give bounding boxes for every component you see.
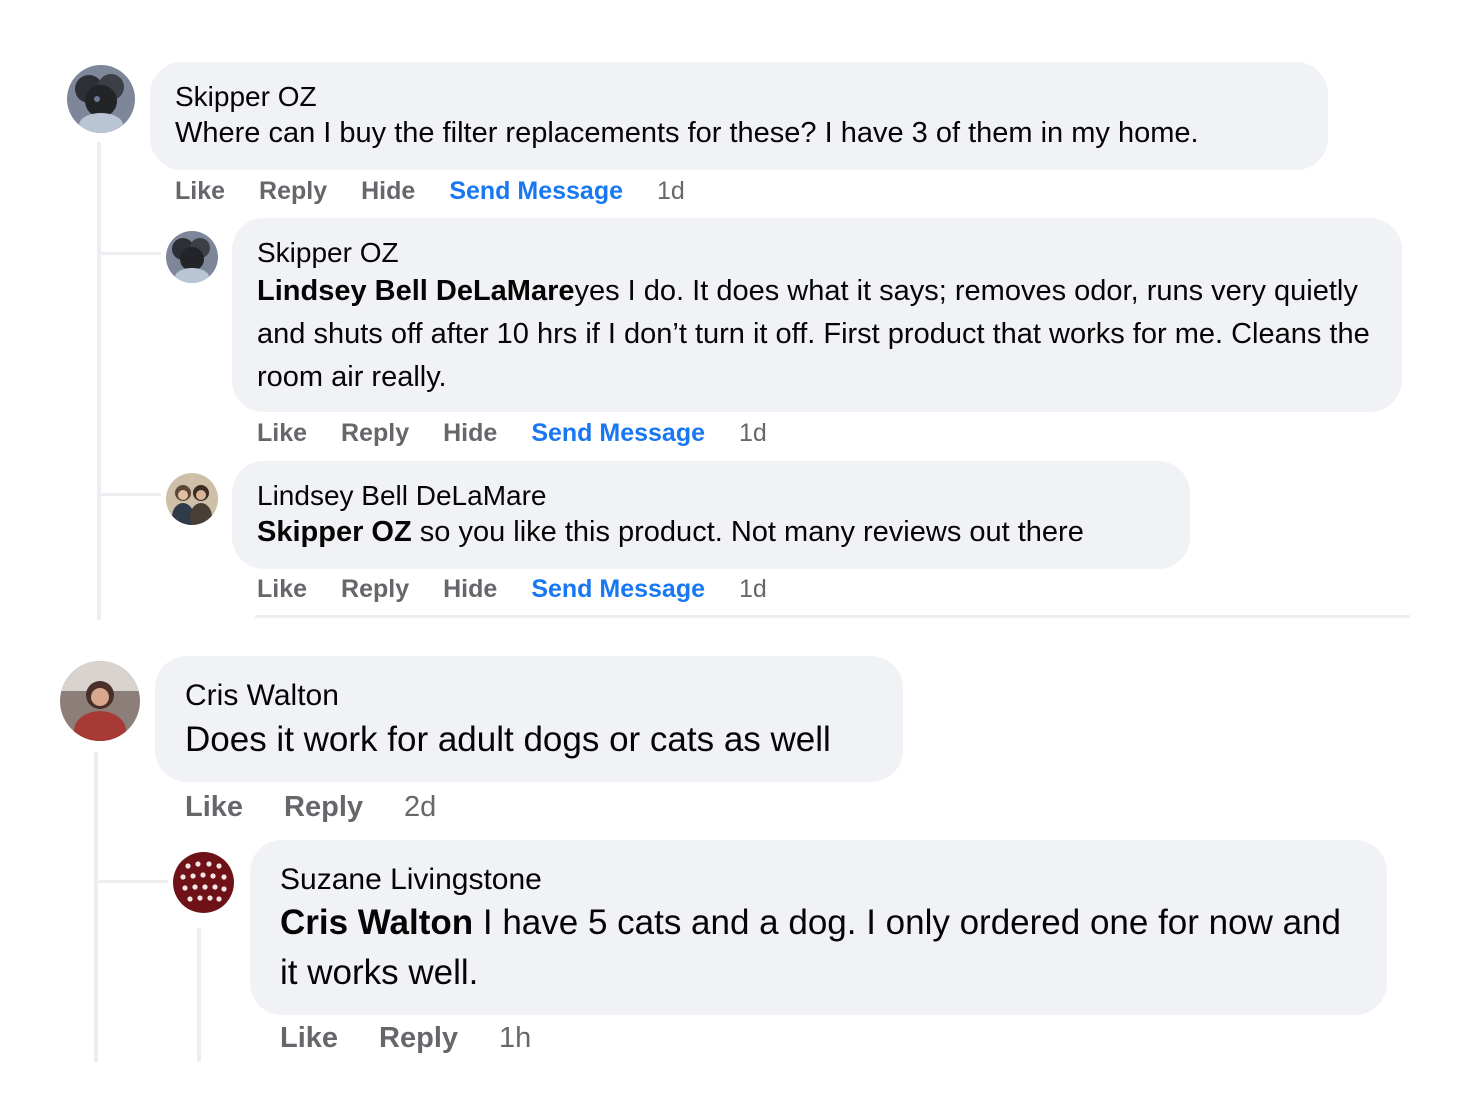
- reply-bubble: Skipper OZ Lindsey Bell DeLaMareyes I do…: [232, 218, 1402, 412]
- section-divider: [255, 615, 1410, 618]
- comment-author[interactable]: Cris Walton: [185, 676, 877, 716]
- avatar[interactable]: [166, 473, 218, 525]
- reply-author[interactable]: Skipper OZ: [257, 236, 1372, 270]
- avatar-icon: [166, 473, 218, 525]
- comment-author[interactable]: Skipper OZ: [175, 80, 1304, 114]
- comment-text: Does it work for adult dogs or cats as w…: [185, 720, 831, 759]
- mention-link[interactable]: Skipper OZ: [257, 516, 412, 548]
- timestamp[interactable]: 1d: [739, 416, 767, 450]
- reply-actions: Like Reply Hide Send Message 1d: [257, 572, 767, 606]
- comment-bubble: Cris Walton Does it work for adult dogs …: [155, 656, 903, 782]
- thread-branch: [101, 493, 161, 496]
- thread-branch: [98, 880, 168, 883]
- avatar-icon: [166, 231, 218, 283]
- reply-actions: Like Reply Hide Send Message 1d: [257, 416, 767, 450]
- mention-link[interactable]: Cris Walton: [280, 903, 473, 942]
- avatar-icon: [60, 661, 140, 741]
- avatar-icon: [67, 65, 135, 133]
- comment-actions: Like Reply 2d: [185, 787, 436, 827]
- send-message-button[interactable]: Send Message: [531, 572, 705, 606]
- timestamp[interactable]: 1d: [739, 572, 767, 606]
- like-button[interactable]: Like: [257, 416, 307, 450]
- hide-button[interactable]: Hide: [443, 572, 497, 606]
- send-message-button[interactable]: Send Message: [449, 174, 623, 208]
- reply-bubble: Suzane Livingstone Cris Walton I have 5 …: [250, 840, 1387, 1015]
- thread-branch: [101, 252, 161, 255]
- reply-bubble: Lindsey Bell DeLaMare Skipper OZ so you …: [232, 461, 1190, 569]
- thread-line: [94, 752, 98, 1062]
- thread-line: [197, 928, 201, 1062]
- mention-link[interactable]: Lindsey Bell DeLaMare: [257, 275, 575, 307]
- reply-button[interactable]: Reply: [341, 572, 409, 606]
- reply-body: so you like this product. Not many revie…: [411, 516, 1084, 548]
- reply-button[interactable]: Reply: [284, 787, 363, 827]
- reply-author[interactable]: Suzane Livingstone: [280, 862, 1347, 898]
- avatar[interactable]: [173, 852, 234, 913]
- avatar[interactable]: [67, 65, 135, 133]
- comment-text: Where can I buy the filter replacements …: [175, 117, 1199, 149]
- like-button[interactable]: Like: [175, 174, 225, 208]
- reply-button[interactable]: Reply: [259, 174, 327, 208]
- reply-author[interactable]: Lindsey Bell DeLaMare: [257, 479, 1166, 513]
- reply-text: Lindsey Bell DeLaMareyes I do. It does w…: [257, 270, 1372, 399]
- like-button[interactable]: Like: [185, 787, 243, 827]
- avatar[interactable]: [166, 231, 218, 283]
- like-button[interactable]: Like: [257, 572, 307, 606]
- reply-button[interactable]: Reply: [379, 1018, 458, 1058]
- reply-text: Cris Walton I have 5 cats and a dog. I o…: [280, 898, 1347, 998]
- avatar-icon: [173, 852, 234, 913]
- reply-actions: Like Reply 1h: [280, 1018, 531, 1058]
- hide-button[interactable]: Hide: [361, 174, 415, 208]
- timestamp[interactable]: 2d: [404, 787, 436, 827]
- comment-bubble: Skipper OZ Where can I buy the filter re…: [150, 62, 1328, 170]
- avatar[interactable]: [60, 661, 140, 741]
- like-button[interactable]: Like: [280, 1018, 338, 1058]
- timestamp[interactable]: 1h: [499, 1018, 531, 1058]
- reply-button[interactable]: Reply: [341, 416, 409, 450]
- comment-actions: Like Reply Hide Send Message 1d: [175, 174, 685, 208]
- send-message-button[interactable]: Send Message: [531, 416, 705, 450]
- hide-button[interactable]: Hide: [443, 416, 497, 450]
- timestamp[interactable]: 1d: [657, 174, 685, 208]
- reply-text: Skipper OZ so you like this product. Not…: [257, 513, 1166, 551]
- thread-line: [97, 142, 101, 620]
